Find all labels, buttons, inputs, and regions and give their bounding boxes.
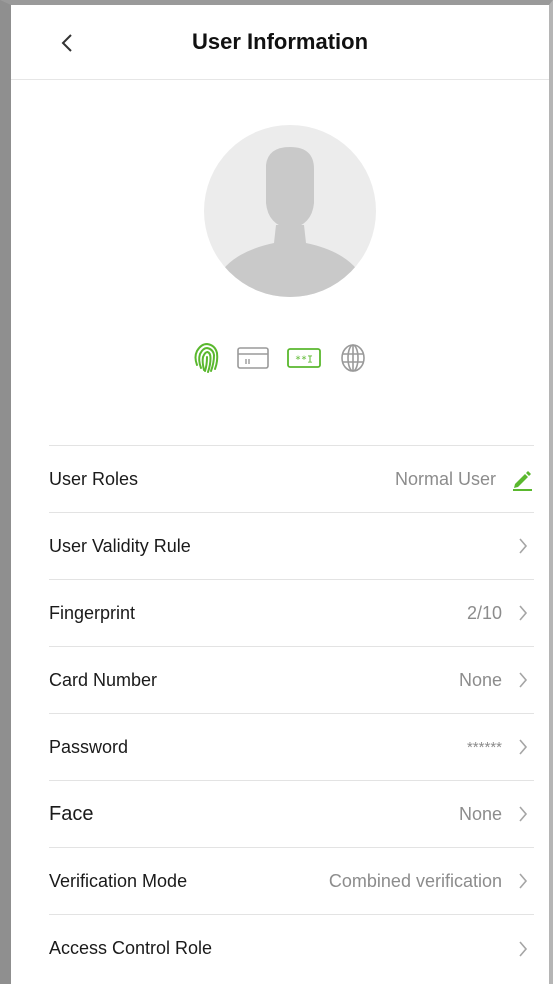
row-label: Access Control Role: [49, 938, 213, 958]
row-value: Combined verification: [328, 870, 502, 891]
user-silhouette-icon: [204, 125, 376, 297]
row-password[interactable]: Password ******: [49, 714, 534, 781]
row-value: 2/10: [466, 602, 502, 623]
password-icon: **I: [286, 346, 322, 370]
header-bar: User Information: [11, 5, 549, 80]
row-fingerprint[interactable]: Fingerprint 2/10: [49, 580, 534, 647]
row-user-roles[interactable]: User Roles Normal User: [49, 446, 534, 513]
avatar[interactable]: [204, 125, 376, 297]
row-value: None: [458, 669, 502, 690]
row-label: Face: [49, 802, 94, 825]
chevron-right-icon: [516, 669, 530, 691]
face-icon: [338, 342, 368, 374]
user-info-list: User Roles Normal User User Validity Rul…: [49, 445, 534, 982]
row-label: Verification Mode: [49, 870, 188, 891]
edit-icon[interactable]: [510, 467, 534, 491]
row-value: None: [458, 803, 502, 824]
row-access-control-role[interactable]: Access Control Role: [49, 915, 534, 982]
row-value: ******: [466, 738, 502, 756]
svg-text:**I: **I: [295, 355, 313, 366]
chevron-right-icon: [516, 535, 530, 557]
row-value: Normal User: [394, 468, 496, 489]
row-label: Password: [49, 736, 129, 757]
row-user-validity-rule[interactable]: User Validity Rule: [49, 513, 534, 580]
chevron-right-icon: [516, 938, 530, 960]
row-verification-mode[interactable]: Verification Mode Combined verification: [49, 848, 534, 915]
back-button[interactable]: [47, 23, 87, 63]
chevron-left-icon: [61, 34, 72, 52]
row-label: User Roles: [49, 468, 139, 489]
row-label: Card Number: [49, 669, 158, 690]
fingerprint-icon: [192, 341, 220, 375]
row-label: User Validity Rule: [49, 535, 191, 556]
chevron-right-icon: [516, 803, 530, 825]
chevron-right-icon: [516, 736, 530, 758]
card-icon: [236, 345, 270, 371]
row-label: Fingerprint: [49, 602, 136, 623]
page-title: User Information: [191, 29, 369, 54]
row-face[interactable]: Face None: [49, 781, 534, 848]
chevron-right-icon: [516, 870, 530, 892]
chevron-right-icon: [516, 602, 530, 624]
row-card-number[interactable]: Card Number None: [49, 647, 534, 714]
app-frame: User Information **I User Roles Normal U…: [0, 0, 553, 984]
verification-methods: **I: [192, 340, 368, 376]
